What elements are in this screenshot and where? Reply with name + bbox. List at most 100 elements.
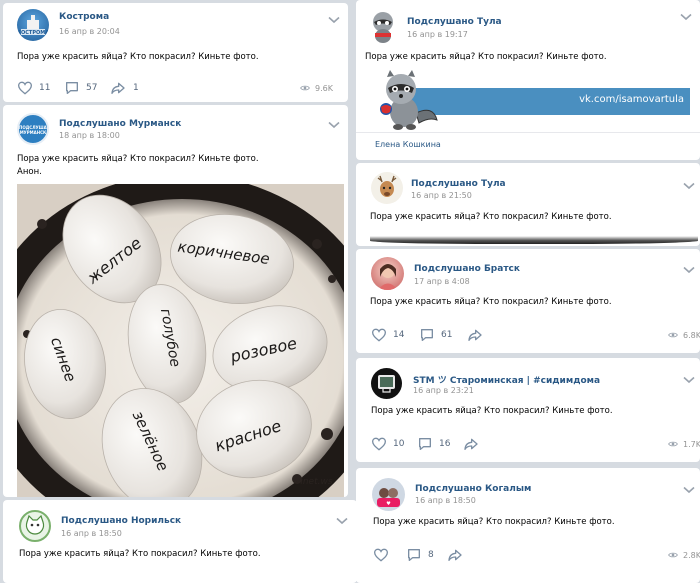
views-counter: 1.7K bbox=[667, 439, 700, 449]
author-name[interactable]: STM ツ Староминская | #сидимдома bbox=[413, 373, 600, 386]
post-text: Пора уже красить яйца? Кто покрасил? Кин… bbox=[373, 517, 615, 527]
author-name[interactable]: Подслушано Норильск bbox=[61, 516, 181, 526]
post-card-kostroma: КОСТРОМА Кострома 16 апр в 20:04 Пора уж… bbox=[3, 3, 348, 102]
share-button[interactable] bbox=[466, 327, 484, 343]
share-icon bbox=[462, 436, 480, 452]
post-card-kogalym: ♥ Подслушано Когалым 16 апр в 18:50 Пора… bbox=[356, 468, 700, 583]
post-text: Пора уже красить яйца? Кто покрасил? Кин… bbox=[370, 297, 612, 307]
eye-icon bbox=[667, 439, 679, 449]
avatar[interactable] bbox=[371, 257, 404, 290]
post-date[interactable]: 16 апр в 18:50 bbox=[61, 529, 122, 538]
eye-icon bbox=[667, 330, 679, 340]
group-avatar-icon: ♥ bbox=[377, 488, 400, 507]
post-photo[interactable]: желтое коричневое голубое синее розовое … bbox=[17, 184, 344, 497]
post-text: Пора уже красить яйца? Кто покрасил? Кин… bbox=[19, 549, 261, 559]
like-count: 11 bbox=[39, 83, 51, 93]
avatar[interactable]: ПОДСЛУШАНО МУРМАНСК bbox=[17, 113, 49, 145]
avatar[interactable] bbox=[368, 10, 398, 44]
comment-count: 57 bbox=[86, 83, 98, 93]
comment-button[interactable]: 8 bbox=[406, 547, 434, 563]
post-date[interactable]: 18 апр в 18:00 bbox=[59, 131, 120, 140]
person-avatar-icon bbox=[378, 264, 398, 290]
post-text: Пора уже красить яйца? Кто покрасил? Кин… bbox=[370, 212, 612, 222]
avatar[interactable] bbox=[371, 368, 402, 399]
eggs-photo: желтое коричневое голубое синее розовое … bbox=[17, 184, 344, 497]
chevron-down-icon[interactable] bbox=[683, 182, 695, 190]
comment-icon bbox=[419, 327, 435, 343]
chevron-down-icon[interactable] bbox=[336, 517, 348, 525]
heart-icon bbox=[371, 436, 387, 452]
like-button[interactable]: 10 bbox=[371, 436, 404, 452]
post-text: Пора уже красить яйца? Кто покрасил? Кин… bbox=[17, 52, 259, 62]
post-date[interactable]: 16 апр в 23:21 bbox=[413, 386, 474, 395]
avatar-logo-text: ПОДСЛУШАНО МУРМАНСК bbox=[19, 125, 47, 135]
avatar[interactable]: ♥ bbox=[372, 478, 405, 511]
author-name[interactable]: Кострома bbox=[59, 12, 109, 22]
link-text[interactable]: vk.com/isamovartula bbox=[579, 94, 684, 105]
avatar[interactable]: КОСТРОМА bbox=[17, 9, 49, 41]
chevron-down-icon[interactable] bbox=[328, 121, 340, 129]
heart-icon bbox=[17, 80, 33, 96]
share-button[interactable] bbox=[462, 436, 480, 452]
post-date[interactable]: 16 апр в 21:50 bbox=[411, 191, 472, 200]
post-card-tula-1: Подслушано Тула 16 апр в 19:17 Пора уже … bbox=[356, 0, 700, 160]
comment-button[interactable]: 61 bbox=[419, 327, 452, 343]
author-name[interactable]: Подслушано Мурманск bbox=[59, 119, 181, 129]
share-button[interactable] bbox=[446, 547, 464, 563]
like-button[interactable]: 11 bbox=[17, 80, 50, 96]
views-count: 9.6K bbox=[315, 83, 333, 93]
post-text: Пора уже красить яйца? Кто покрасил? Кин… bbox=[365, 52, 607, 62]
photo-watermark: vinet.ws bbox=[295, 477, 333, 487]
views-count: 6.8K bbox=[683, 330, 700, 340]
post-text-signature: Анон. bbox=[17, 167, 42, 177]
link-banner[interactable]: vk.com/isamovartula bbox=[411, 88, 690, 115]
like-button[interactable]: 14 bbox=[371, 327, 404, 343]
photo-edge bbox=[370, 236, 698, 244]
post-card-bratsk: Подслушано Братск 17 апр в 4:08 Пора уже… bbox=[356, 249, 700, 353]
chevron-down-icon[interactable] bbox=[680, 13, 692, 21]
city-logo-icon: КОСТРОМА bbox=[17, 15, 49, 36]
post-date[interactable]: 17 апр в 4:08 bbox=[414, 277, 470, 286]
views-count: 2.8K bbox=[683, 550, 700, 560]
comment-count: 8 bbox=[428, 550, 434, 560]
post-card-murmansk: ПОДСЛУШАНО МУРМАНСК Подслушано Мурманск … bbox=[3, 105, 348, 497]
comment-icon bbox=[406, 547, 422, 563]
chevron-down-icon[interactable] bbox=[683, 266, 695, 274]
post-date[interactable]: 16 апр в 19:17 bbox=[407, 30, 468, 39]
views-counter: 9.6K bbox=[299, 83, 333, 93]
comment-count: 61 bbox=[441, 330, 453, 340]
svg-text:♥: ♥ bbox=[386, 501, 391, 507]
divider bbox=[356, 132, 700, 133]
post-card-stm: STM ツ Староминская | #сидимдома 16 апр в… bbox=[356, 358, 700, 462]
tv-avatar-icon bbox=[378, 375, 395, 393]
svg-text:КОСТРОМА: КОСТРОМА bbox=[17, 30, 49, 36]
share-icon bbox=[466, 327, 484, 343]
views-count: 1.7K bbox=[683, 439, 700, 449]
raccoon-avatar-icon bbox=[373, 12, 393, 43]
avatar[interactable] bbox=[371, 172, 403, 204]
share-button[interactable]: 1 bbox=[109, 80, 139, 96]
post-text: Пора уже красить яйца? Кто покрасил? Кин… bbox=[17, 154, 259, 164]
heart-icon bbox=[373, 547, 389, 563]
like-button[interactable] bbox=[373, 547, 389, 563]
post-date[interactable]: 16 апр в 18:50 bbox=[415, 496, 476, 505]
deer-avatar-icon bbox=[377, 175, 397, 197]
share-icon bbox=[109, 80, 127, 96]
chevron-down-icon[interactable] bbox=[683, 376, 695, 384]
share-count: 1 bbox=[133, 83, 139, 93]
commenter-name[interactable]: Елена Кошкина bbox=[375, 140, 441, 149]
cat-logo-icon bbox=[25, 514, 45, 535]
post-card-tula-2: Подслушано Тула 16 апр в 21:50 Пора уже … bbox=[356, 163, 700, 246]
author-name[interactable]: Подслушано Тула bbox=[407, 17, 502, 27]
like-count: 14 bbox=[393, 330, 405, 340]
author-name[interactable]: Подслушано Братск bbox=[414, 264, 520, 274]
chevron-down-icon[interactable] bbox=[683, 486, 695, 494]
post-date[interactable]: 16 апр в 20:04 bbox=[59, 27, 120, 36]
chevron-down-icon[interactable] bbox=[328, 16, 340, 24]
comment-button[interactable]: 57 bbox=[64, 80, 97, 96]
author-name[interactable]: Подслушано Когалым bbox=[415, 484, 531, 494]
author-name[interactable]: Подслушано Тула bbox=[411, 179, 506, 189]
comment-button[interactable]: 16 bbox=[417, 436, 450, 452]
comment-icon bbox=[417, 436, 433, 452]
avatar[interactable] bbox=[19, 510, 51, 542]
